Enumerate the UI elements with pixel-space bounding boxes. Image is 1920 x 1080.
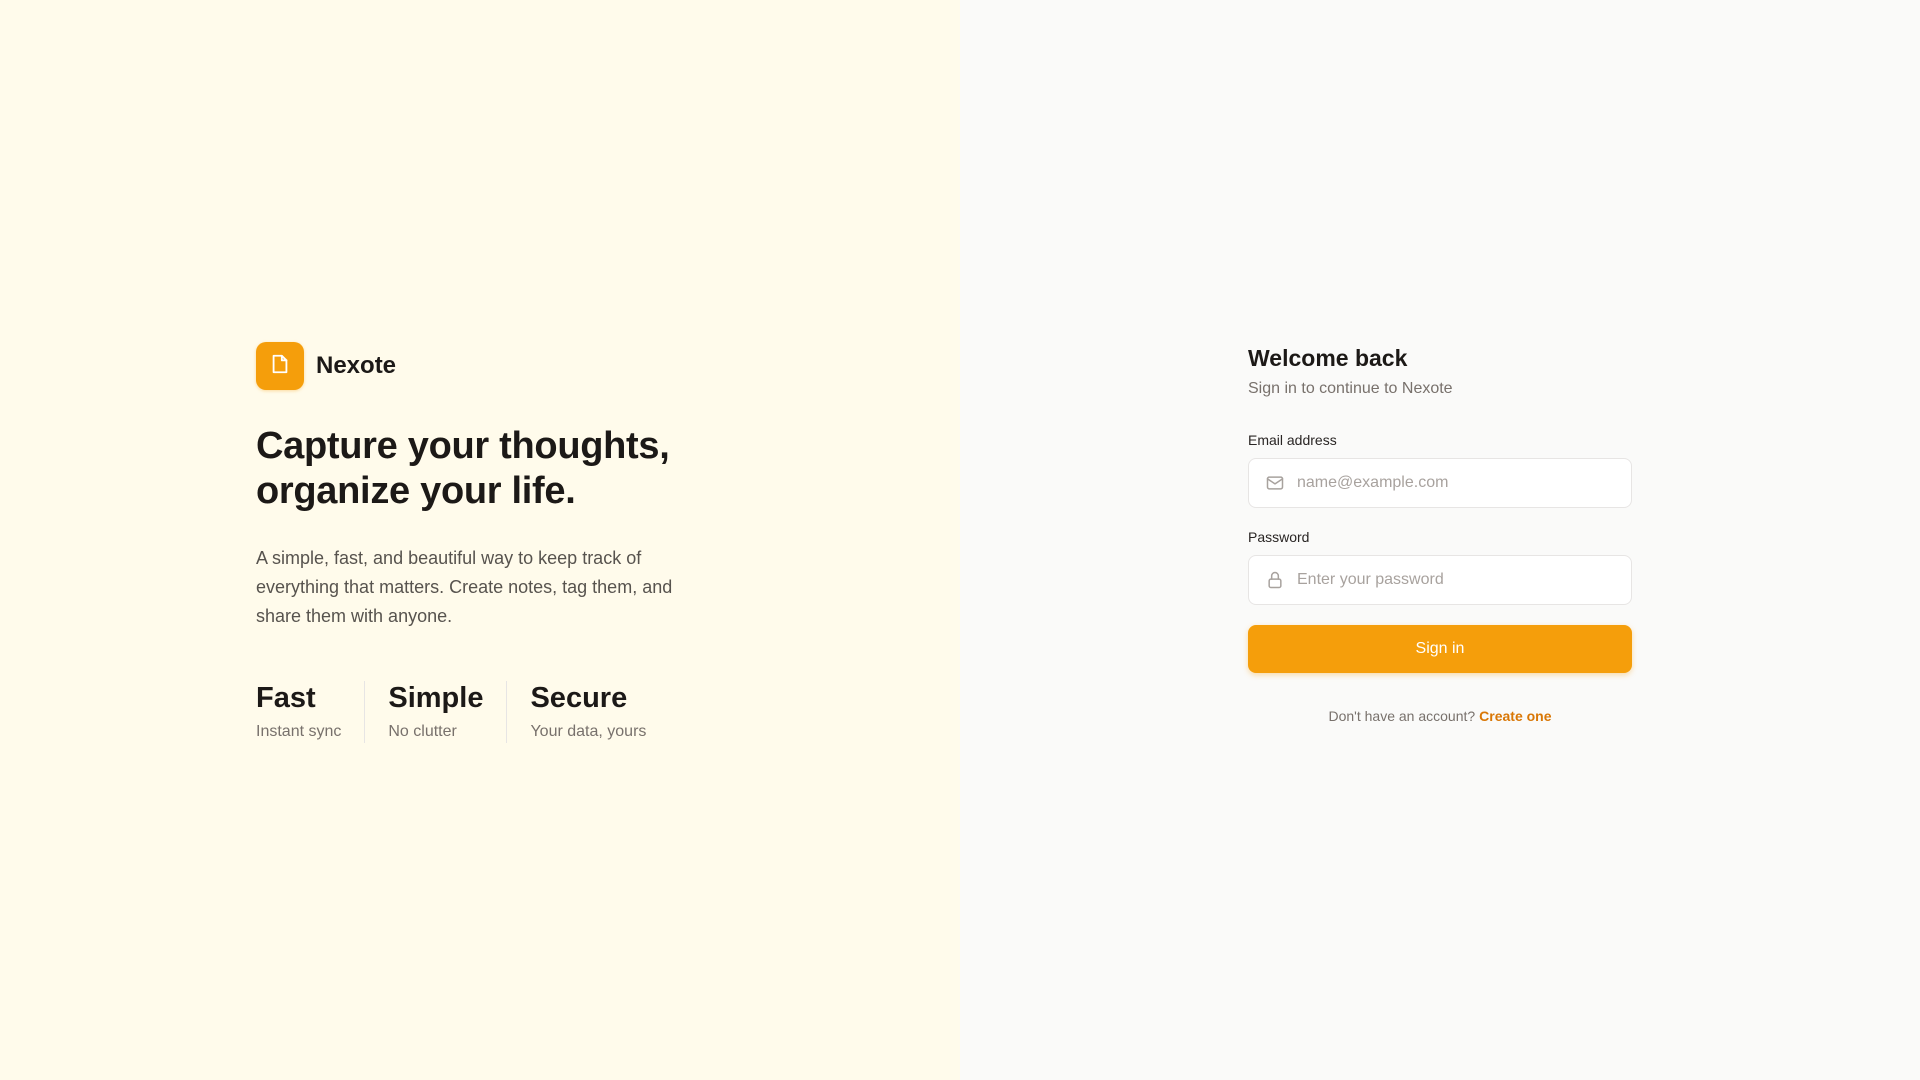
feature-subtitle: No clutter	[388, 723, 457, 740]
feature-subtitle: Your data, yours	[530, 723, 647, 740]
feature-title: Secure	[530, 682, 628, 714]
feature-title: Simple	[388, 682, 484, 714]
brand-logo	[256, 342, 304, 390]
login-form: Welcome back Sign in to continue to Nexo…	[1248, 343, 1632, 724]
hero-content: Nexote Capture your thoughts, organize y…	[256, 342, 696, 743]
email-input-wrapper	[1248, 458, 1632, 508]
signup-row: Don't have an account? Create one	[1248, 708, 1632, 724]
create-account-link[interactable]: Create one	[1479, 708, 1551, 724]
hero-description: A simple, fast, and beautiful way to kee…	[256, 548, 673, 626]
feature-fast: Fast Instant sync	[256, 681, 366, 743]
form-title: Welcome back	[1248, 345, 1408, 371]
email-input[interactable]	[1249, 460, 1631, 506]
feature-list: Fast Instant sync Simple No clutter Secu…	[256, 681, 696, 743]
feature-simple: Simple No clutter	[388, 681, 508, 743]
password-input-wrapper	[1248, 555, 1632, 605]
brand: Nexote	[256, 342, 696, 390]
mail-icon	[1265, 473, 1285, 493]
form-subtitle: Sign in to continue to Nexote	[1248, 380, 1453, 397]
feature-subtitle: Instant sync	[256, 723, 342, 740]
lock-icon	[1265, 570, 1285, 590]
signup-prompt: Don't have an account?	[1328, 708, 1476, 724]
password-field-group: Password	[1248, 529, 1632, 605]
hero-headline: Capture your thoughts, organize your lif…	[256, 425, 670, 512]
brand-name: Nexote	[316, 352, 397, 379]
sign-in-button[interactable]: Sign in	[1248, 625, 1632, 673]
login-page: Nexote Capture your thoughts, organize y…	[0, 0, 1920, 1080]
email-field-group: Email address	[1248, 432, 1632, 508]
hero-panel: Nexote Capture your thoughts, organize y…	[0, 0, 960, 1080]
password-input[interactable]	[1249, 557, 1631, 603]
password-label: Password	[1248, 529, 1310, 545]
feature-title: Fast	[256, 682, 316, 714]
feature-secure: Secure Your data, yours	[530, 681, 646, 743]
email-label: Email address	[1248, 432, 1337, 448]
login-panel: Welcome back Sign in to continue to Nexo…	[960, 0, 1920, 1080]
note-icon	[269, 353, 291, 380]
